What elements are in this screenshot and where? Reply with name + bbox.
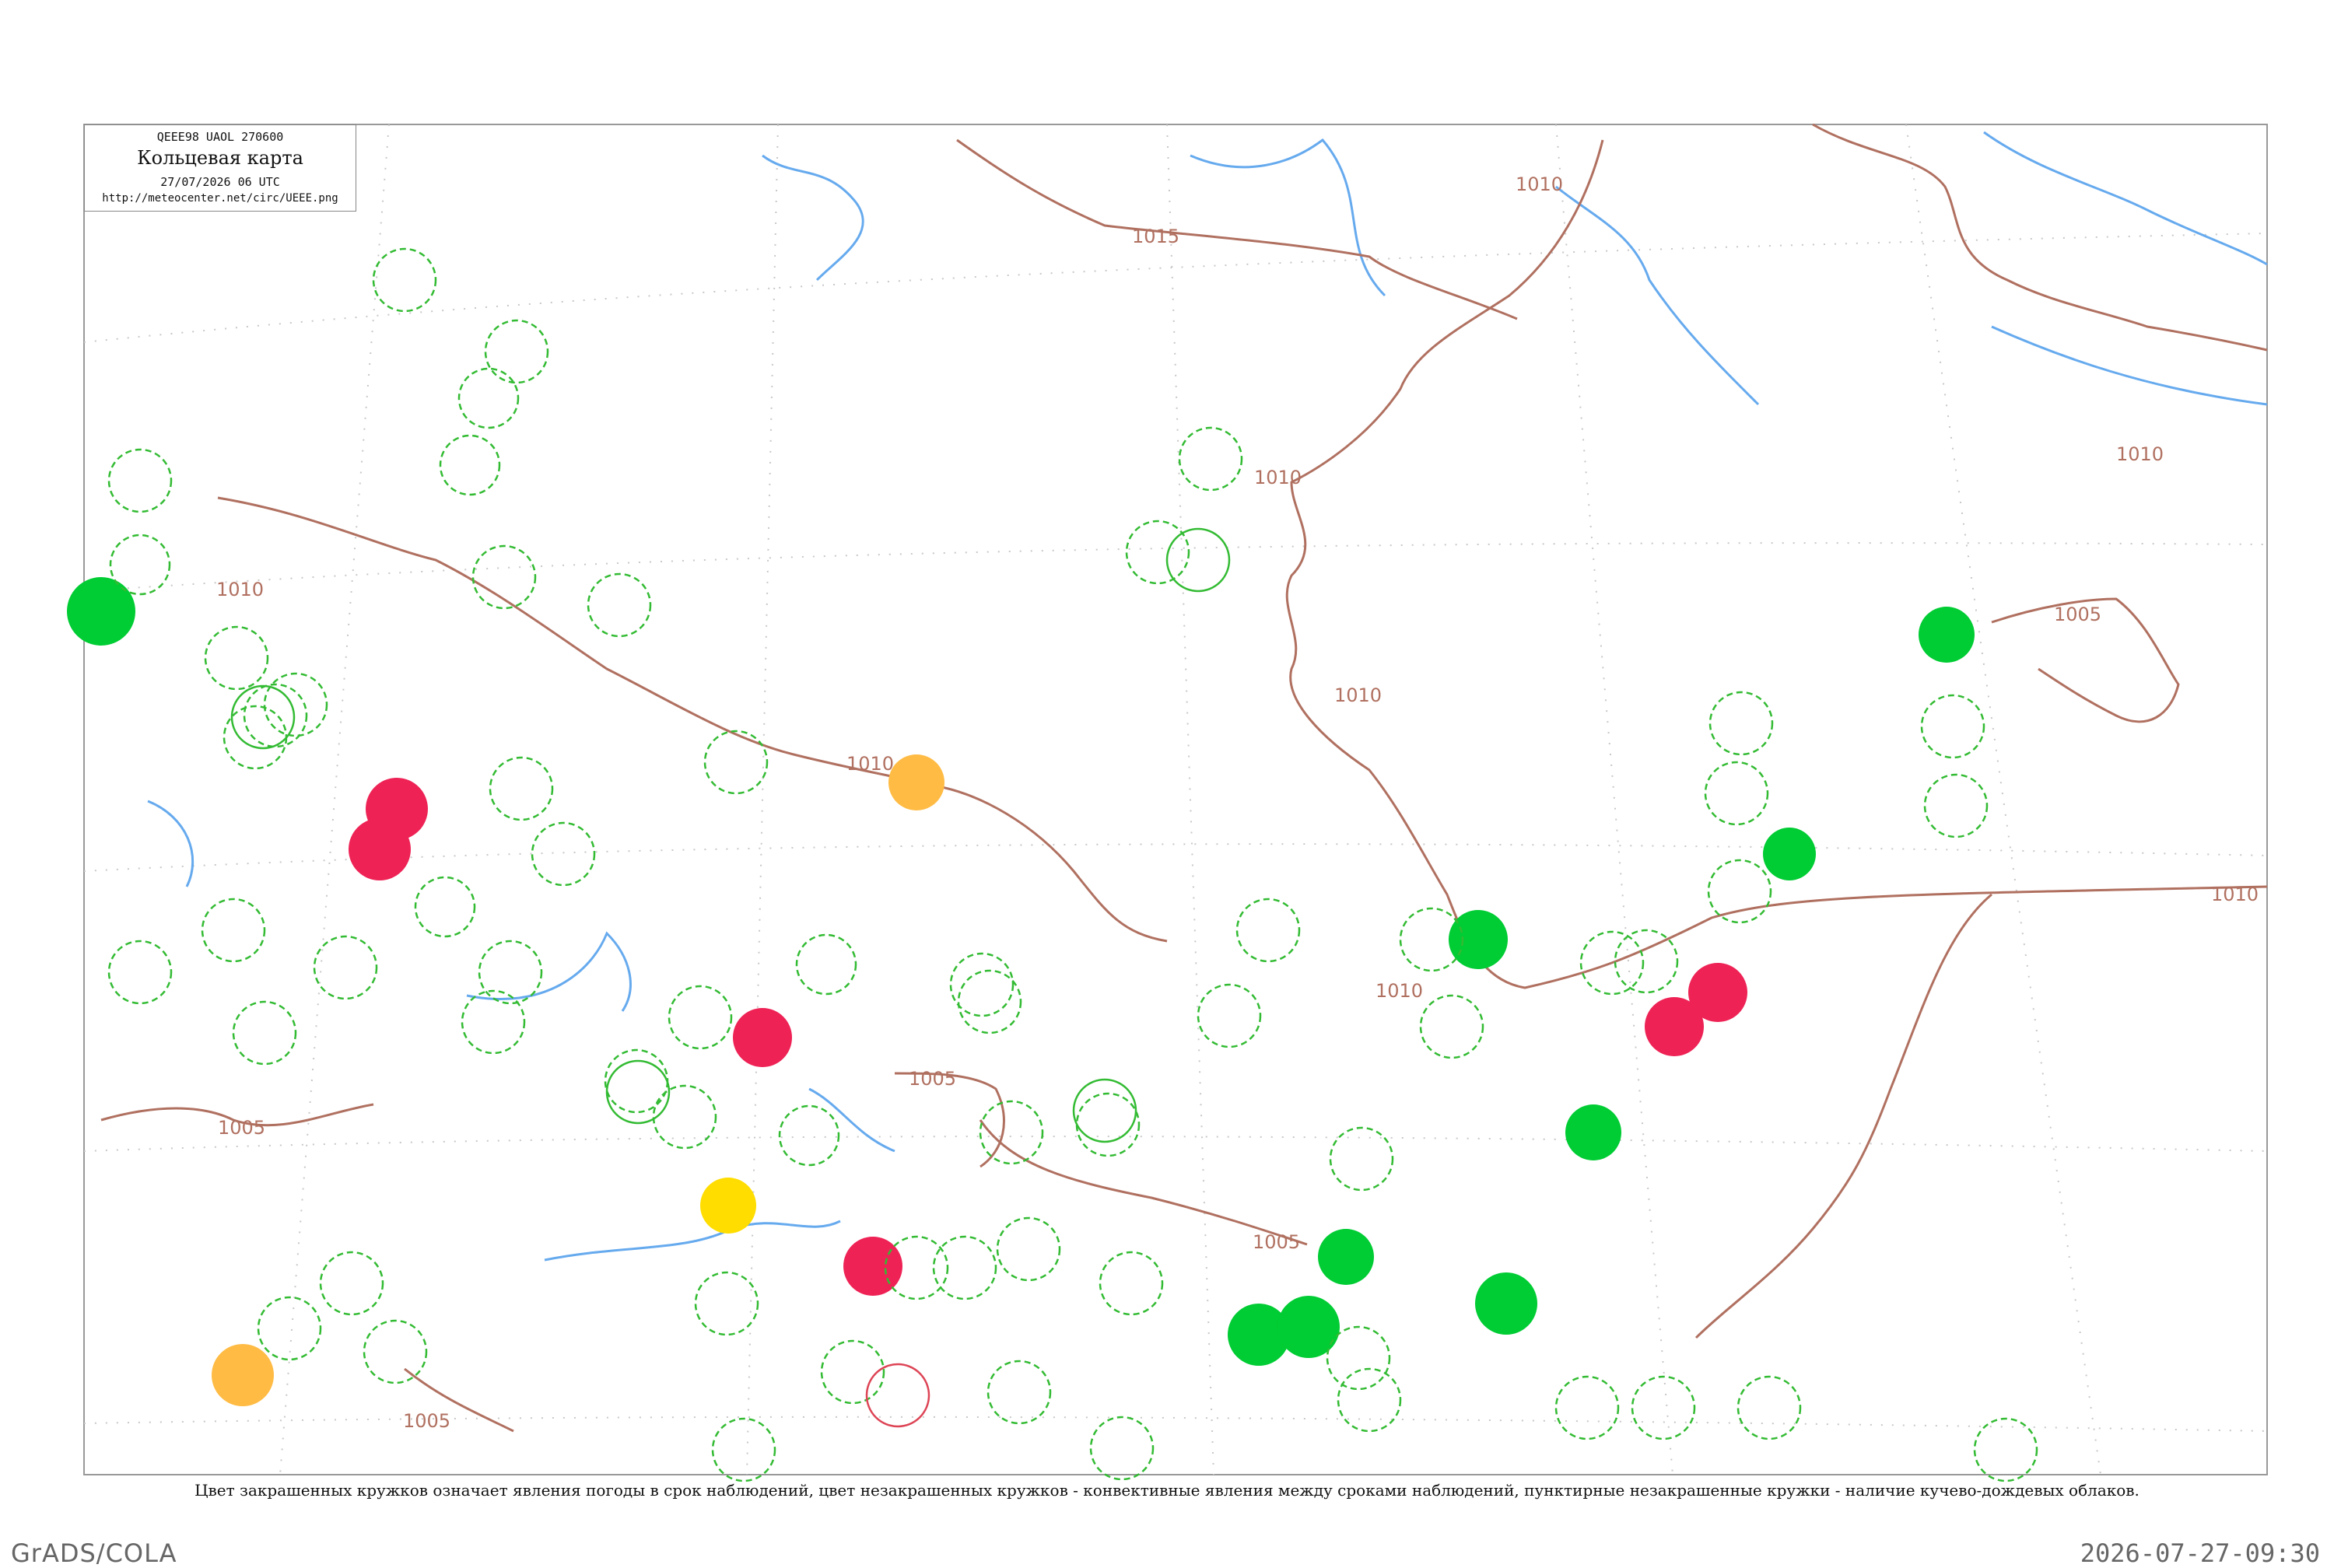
station-ring-dashed[interactable] — [232, 1000, 297, 1066]
station-ring-dashed[interactable] — [604, 1048, 669, 1114]
station-ring-dashed[interactable] — [957, 969, 1022, 1034]
footer-software: GrADS/COLA — [11, 1538, 177, 1568]
station-ring-dashed[interactable] — [1235, 898, 1301, 963]
station-ring-green[interactable] — [1565, 1104, 1621, 1160]
station-ring-outline-red[interactable] — [865, 1363, 930, 1428]
station-ring-dashed[interactable] — [372, 247, 437, 313]
station-ring-dashed[interactable] — [263, 672, 328, 737]
isobar-label: 1010 — [1334, 684, 1382, 706]
bulletin-code: QEEE98 UAOL 270600 — [156, 130, 284, 144]
station-ring-outline[interactable] — [605, 1059, 671, 1125]
station-ring-green[interactable] — [1277, 1296, 1340, 1358]
weather-map: 1015 1010 1010 1010 1010 1010 1010 1010 … — [67, 123, 2268, 1482]
station-rings — [67, 247, 2038, 1482]
station-ring-dashed[interactable] — [1326, 1325, 1391, 1391]
station-ring-dashed[interactable] — [414, 876, 476, 938]
station-ring-green[interactable] — [1763, 828, 1816, 880]
station-ring-red[interactable] — [349, 818, 411, 880]
station-ring-dashed[interactable] — [703, 730, 769, 795]
observation-datetime: 27/07/2026 06 UTC — [160, 175, 280, 189]
station-ring-dashed[interactable] — [820, 1339, 885, 1405]
station-ring-dashed[interactable] — [439, 434, 501, 496]
station-ring-dashed[interactable] — [1197, 983, 1262, 1048]
station-ring-dashed[interactable] — [319, 1251, 384, 1316]
station-ring-dashed[interactable] — [996, 1216, 1061, 1282]
station-ring-dashed[interactable] — [668, 985, 733, 1050]
station-ring-dashed[interactable] — [694, 1271, 759, 1336]
station-ring-dashed[interactable] — [223, 705, 288, 770]
station-ring-yellow[interactable] — [700, 1178, 756, 1234]
station-ring-dashed[interactable] — [107, 448, 173, 513]
station-ring-dashed[interactable] — [932, 1235, 997, 1300]
station-ring-dashed[interactable] — [457, 367, 520, 429]
station-ring-dashed[interactable] — [478, 940, 543, 1005]
station-ring-dashed[interactable] — [1554, 1375, 1620, 1440]
station-ring-dashed[interactable] — [313, 935, 378, 1000]
station-ring-orange[interactable] — [212, 1344, 274, 1406]
station-ring-dashed[interactable] — [795, 933, 857, 996]
isobar-label: 1010 — [2116, 443, 2164, 465]
station-ring-dashed[interactable] — [587, 572, 652, 638]
isobar-label: 1010 — [2211, 884, 2259, 905]
station-ring-outline[interactable] — [230, 684, 296, 750]
isobar-label: 1005 — [403, 1410, 450, 1432]
station-ring-dashed[interactable] — [1923, 773, 1989, 838]
station-ring-dashed[interactable] — [1125, 520, 1190, 585]
station-ring-dashed[interactable] — [484, 319, 549, 384]
station-ring-dashed[interactable] — [489, 756, 554, 821]
station-ring-dashed[interactable] — [257, 1296, 322, 1361]
station-ring-outline[interactable] — [1165, 527, 1231, 593]
isobar-label: 1010 — [216, 579, 264, 600]
isobar-label: 1005 — [2054, 604, 2101, 625]
source-url[interactable]: http://meteocenter.net/circ/UEEE.png — [85, 192, 356, 205]
isobar-label: 1005 — [1253, 1231, 1300, 1253]
title-block: QEEE98 UAOL 270600 Кольцевая карта 27/07… — [84, 124, 356, 212]
station-ring-dashed[interactable] — [652, 1084, 717, 1150]
station-ring-dashed[interactable] — [1178, 426, 1243, 492]
station-ring-dashed[interactable] — [1736, 1375, 1802, 1440]
isobar-label: 1010 — [1516, 173, 1563, 195]
station-ring-outline[interactable] — [1072, 1078, 1137, 1143]
station-ring-red[interactable] — [733, 1008, 792, 1067]
station-ring-dashed[interactable] — [461, 989, 526, 1055]
station-ring-orange[interactable] — [888, 754, 944, 810]
station-ring-dashed[interactable] — [711, 1417, 776, 1482]
station-ring-red[interactable] — [1645, 997, 1704, 1056]
station-ring-dashed[interactable] — [1089, 1416, 1155, 1481]
station-ring-dashed[interactable] — [107, 940, 173, 1005]
page-title: Кольцевая карта — [137, 147, 303, 169]
station-ring-dashed[interactable] — [1631, 1375, 1696, 1440]
station-ring-dashed[interactable] — [1337, 1367, 1402, 1433]
station-ring-green[interactable] — [1449, 910, 1508, 969]
station-ring-green[interactable] — [67, 577, 135, 646]
isobar-label: 1010 — [1376, 980, 1423, 1002]
station-ring-dashed[interactable] — [1708, 691, 1774, 756]
isobar-label: 1005 — [909, 1068, 956, 1090]
station-ring-dashed[interactable] — [363, 1319, 428, 1384]
station-ring-dashed[interactable] — [1920, 694, 1985, 759]
station-ring-dashed[interactable] — [1973, 1417, 2038, 1482]
station-ring-dashed[interactable] — [949, 952, 1015, 1017]
station-ring-dashed[interactable] — [201, 898, 266, 963]
station-ring-dashed[interactable] — [1707, 859, 1772, 924]
station-ring-dashed[interactable] — [1419, 994, 1484, 1059]
station-ring-dashed[interactable] — [243, 683, 308, 748]
station-ring-dashed[interactable] — [778, 1104, 840, 1167]
station-ring-green[interactable] — [1318, 1229, 1374, 1285]
station-ring-dashed[interactable] — [1075, 1092, 1141, 1157]
station-ring-green[interactable] — [1919, 607, 1975, 663]
station-ring-green[interactable] — [1475, 1272, 1537, 1335]
isobar-label: 1010 — [1254, 467, 1302, 488]
station-ring-dashed[interactable] — [1704, 761, 1769, 826]
isobar-label: 1015 — [1132, 226, 1179, 247]
station-ring-dashed[interactable] — [1099, 1251, 1164, 1316]
legend-caption: Цвет закрашенных кружков означает явлени… — [194, 1481, 2140, 1500]
isobar-label: 1005 — [218, 1117, 265, 1139]
footer-timestamp: 2026-07-27-09:30 — [2080, 1538, 2320, 1568]
isobar-labels: 1015 1010 1010 1010 1010 1010 1010 1010 … — [216, 173, 2259, 1432]
isobar-label: 1010 — [846, 753, 894, 775]
station-ring-dashed[interactable] — [204, 625, 269, 691]
station-ring-dashed[interactable] — [1329, 1126, 1394, 1192]
station-ring-dashed[interactable] — [987, 1360, 1052, 1425]
